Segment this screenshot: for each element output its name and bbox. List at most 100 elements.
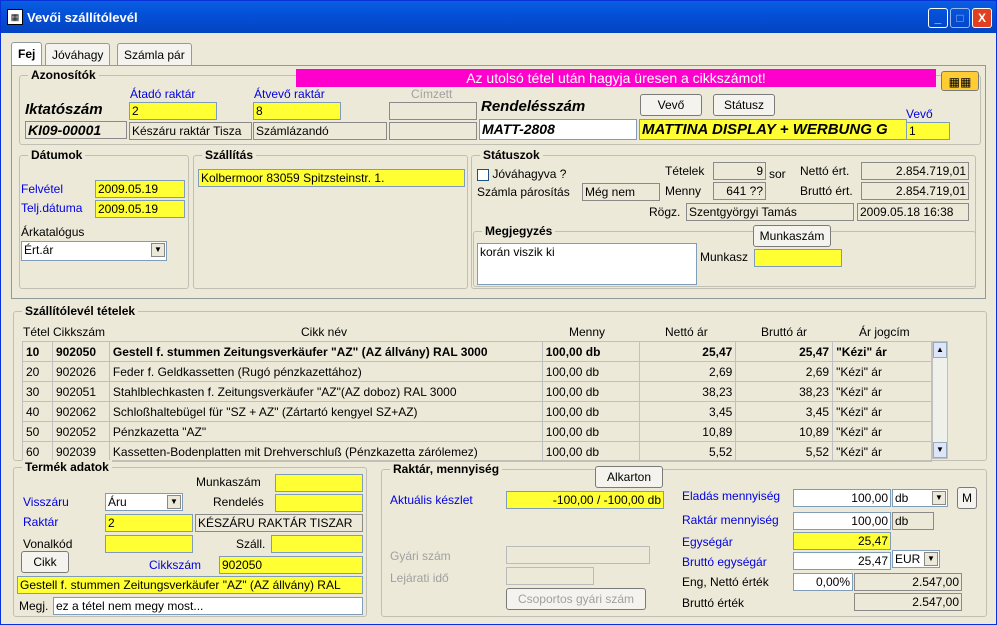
rendeles-field[interactable]: MATT-2808 (479, 119, 637, 140)
megj-field[interactable]: ez a tétel nem megy most... (53, 597, 363, 615)
vonalkod-field[interactable] (105, 535, 193, 553)
cikkszam-field[interactable]: 902050 (219, 556, 363, 574)
table-row[interactable]: 50 902052 Pénzkazetta "AZ" 100,00 db 10,89 10… (22, 421, 932, 442)
m-button[interactable]: M (957, 487, 977, 509)
alkarton-button[interactable]: Alkarton (595, 466, 663, 488)
checkbox-box[interactable] (477, 168, 489, 181)
table-cell[interactable]: 902039 (51, 441, 110, 462)
table-cell[interactable]: "Kézi" ár (832, 381, 932, 402)
currency-select[interactable]: EUR ▼ (892, 550, 940, 568)
scroll-down-icon[interactable]: ▼ (933, 442, 947, 458)
vevo-field[interactable]: 1 (906, 122, 950, 140)
scroll-up-icon[interactable]: ▲ (933, 342, 947, 358)
table-cell[interactable]: 5,52 (735, 441, 834, 462)
chevron-down-icon[interactable]: ▼ (151, 243, 165, 257)
cikk-button[interactable]: Cikk (21, 551, 69, 573)
eladas-field[interactable]: 100,00 (793, 489, 891, 507)
gyari-field[interactable] (506, 546, 650, 564)
col-header-menny[interactable]: Menny (569, 325, 605, 339)
table-cell[interactable]: Gestell f. stummen Zeitungsverkäufer "AZ… (108, 341, 543, 362)
table-cell[interactable]: 10,89 (638, 421, 737, 442)
table-cell[interactable]: 10 (22, 341, 53, 362)
table-cell[interactable]: "Kézi" ár (832, 341, 932, 362)
status-button[interactable]: Státusz (713, 94, 775, 116)
table-cell[interactable]: 100,00 db (541, 401, 640, 422)
egysegar-field[interactable]: 25,47 (793, 532, 891, 550)
table-cell[interactable]: 100,00 db (541, 381, 640, 402)
table-cell[interactable]: Feder f. Geldkassetten (Rugó pénzkazettá… (108, 361, 543, 382)
table-scrollbar[interactable]: ▲ ▼ (932, 341, 948, 459)
table-cell[interactable]: 10,89 (735, 421, 834, 442)
tab-szamla-par[interactable]: Számla pár (117, 43, 192, 65)
table-cell[interactable]: "Kézi" ár (832, 441, 932, 462)
col-header-cikkszam[interactable]: Cikkszám (53, 325, 105, 339)
col-header-brutto[interactable]: Bruttó ár (761, 325, 807, 339)
col-header-netto[interactable]: Nettó ár (665, 325, 708, 339)
close-button[interactable]: X (972, 8, 992, 28)
table-row[interactable]: 40 902062 Schloßhaltebügel für "SZ + AZ" (… (22, 401, 932, 422)
t-raktar-field[interactable]: 2 (105, 514, 193, 532)
table-cell[interactable]: "Kézi" ár (832, 421, 932, 442)
table-cell[interactable]: 100,00 db (541, 441, 640, 462)
chevron-down-icon[interactable]: ▼ (924, 552, 938, 566)
table-cell[interactable]: 2,69 (638, 361, 737, 382)
atado-field[interactable]: 2 (129, 102, 217, 120)
felvetel-field[interactable]: 2009.05.19 (95, 180, 185, 198)
table-cell[interactable]: 902026 (51, 361, 110, 382)
title-bar[interactable]: ▦ Vevői szállítólevél _ □ X (1, 1, 996, 33)
table-cell[interactable]: 40 (22, 401, 53, 422)
table-cell[interactable]: 50 (22, 421, 53, 442)
table-cell[interactable]: 902062 (51, 401, 110, 422)
col-header-cikknev[interactable]: Cikk név (301, 325, 347, 339)
szall-field[interactable] (271, 535, 363, 553)
table-cell[interactable]: Stahlblechkasten f. Zeitungsverkäufer "A… (108, 381, 543, 402)
tab-jovahagy[interactable]: Jóváhagy (45, 43, 111, 65)
arkat-select[interactable]: Ért.ár ▼ (21, 241, 167, 261)
table-cell[interactable]: 30 (22, 381, 53, 402)
chevron-down-icon[interactable]: ▼ (167, 495, 181, 509)
visszaru-select[interactable]: Áru ▼ (105, 493, 183, 511)
munkaszam-button[interactable]: Munkaszám (753, 225, 831, 247)
table-cell[interactable]: 38,23 (638, 381, 737, 402)
chevron-down-icon[interactable]: ▼ (932, 491, 946, 505)
eng-pct-field[interactable]: 0,00% (793, 573, 853, 591)
table-cell[interactable]: 902052 (51, 421, 110, 442)
tab-fej[interactable]: Fej (11, 42, 43, 66)
table-cell[interactable]: "Kézi" ár (832, 401, 932, 422)
jovahagyva-checkbox[interactable]: Jóváhagyva ? (477, 167, 566, 181)
table-row[interactable]: 60 902039 Kassetten-Bodenplatten mit Drehv… (22, 441, 932, 462)
table-cell[interactable]: Kassetten-Bodenplatten mit Drehverschluß… (108, 441, 543, 462)
table-cell[interactable]: 100,00 db (541, 341, 640, 362)
telj-field[interactable]: 2009.05.19 (95, 200, 185, 218)
atvevo-field[interactable]: 8 (253, 102, 341, 120)
col-header-tetel[interactable]: Tétel (23, 325, 50, 339)
table-cell[interactable]: 902051 (51, 381, 110, 402)
table-cell[interactable]: 2,69 (735, 361, 834, 382)
table-row[interactable]: 30 902051 Stahlblechkasten f. Zeitungsverk… (22, 381, 932, 402)
lejarati-field[interactable] (506, 567, 594, 585)
maximize-button[interactable]: □ (950, 8, 970, 28)
brutto-egys-field[interactable]: 25,47 (793, 552, 891, 570)
table-cell[interactable]: 100,00 db (541, 421, 640, 442)
table-cell[interactable]: 902050 (51, 341, 110, 362)
table-row[interactable]: 10 902050 Gestell f. stummen Zeitungsverkä… (22, 341, 932, 362)
calendar-button[interactable]: ▦▦ (941, 71, 979, 91)
table-cell[interactable]: 3,45 (638, 401, 737, 422)
table-cell[interactable]: "Kézi" ár (832, 361, 932, 382)
table-cell[interactable]: Schloßhaltebügel für "SZ + AZ" (Zártartó… (108, 401, 543, 422)
cimzett-field[interactable] (389, 102, 477, 120)
table-cell[interactable]: 5,52 (638, 441, 737, 462)
col-header-arjogcim[interactable]: Ár jogcím (859, 325, 910, 339)
table-cell[interactable]: Pénzkazetta "AZ" (108, 421, 543, 442)
szallitas-field[interactable]: Kolbermoor 83059 Spitzsteinstr. 1. (198, 169, 465, 187)
table-row[interactable]: 20 902026 Feder f. Geldkassetten (Rugó pén… (22, 361, 932, 382)
table-cell[interactable]: 25,47 (638, 341, 737, 362)
t-rendeles-field[interactable] (275, 494, 363, 512)
raktar-m-field[interactable]: 100,00 (793, 512, 891, 530)
megj-textarea[interactable]: korán viszik ki (477, 243, 697, 285)
eladas-unit-select[interactable]: db ▼ (892, 489, 948, 507)
table-cell[interactable]: 3,45 (735, 401, 834, 422)
t-munkaszam-field[interactable] (275, 474, 363, 492)
table-cell[interactable]: 25,47 (735, 341, 834, 362)
table-cell[interactable]: 38,23 (735, 381, 834, 402)
